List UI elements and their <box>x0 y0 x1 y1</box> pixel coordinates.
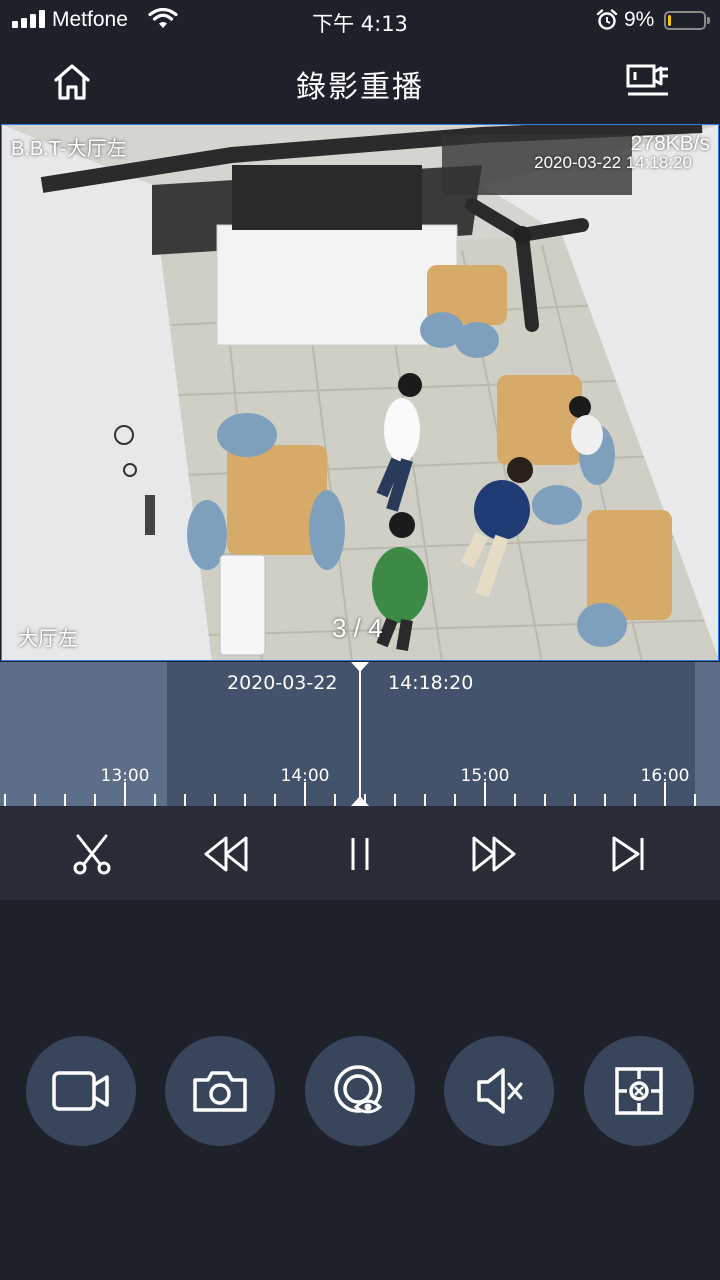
channel-label: 大厅左 <box>18 628 78 650</box>
recording-list-button[interactable] <box>626 62 670 103</box>
next-icon <box>612 836 644 872</box>
playhead-bottom-marker <box>351 796 369 806</box>
view-button[interactable] <box>305 1036 415 1146</box>
alarm-icon <box>596 9 618 36</box>
hour-label-14: 14:00 <box>280 766 330 786</box>
battery-percent: 9% <box>624 8 655 31</box>
view-icon <box>334 1065 383 1114</box>
battery-level <box>668 15 671 26</box>
fullscreen-icon <box>615 1067 663 1115</box>
playback-controls <box>0 806 720 900</box>
hour-label-16: 16:00 <box>640 766 690 786</box>
mute-button[interactable] <box>444 1036 554 1146</box>
clip-button[interactable] <box>66 828 118 880</box>
record-video-icon <box>52 1071 109 1111</box>
navigation-bar: 錄影重播 <box>0 40 720 122</box>
snapshot-icon <box>193 1071 247 1112</box>
battery-tip <box>707 17 710 24</box>
status-bar: Metfone 下午 4:13 9% <box>0 0 720 40</box>
fast-forward-button[interactable] <box>468 828 520 880</box>
camera-feed-image <box>2 125 718 660</box>
camera-name: B.B.T-大厅左 <box>11 138 127 160</box>
snapshot-button[interactable] <box>165 1036 275 1146</box>
rewind-icon <box>204 836 248 872</box>
fullscreen-button[interactable] <box>584 1036 694 1146</box>
clip-icon <box>73 834 111 875</box>
record-video-button[interactable] <box>26 1036 136 1146</box>
playhead-top-marker <box>351 662 369 672</box>
video-timestamp: 2020-03-22 14:18:20 <box>534 153 692 172</box>
action-bar <box>0 1036 720 1146</box>
playhead-line[interactable] <box>359 662 361 806</box>
recording-list-icon <box>626 64 668 96</box>
channel-page-indicator: 3 / 4 <box>332 613 383 643</box>
hour-label-15: 15:00 <box>460 766 510 786</box>
mute-icon <box>477 1068 523 1114</box>
battery-icon <box>664 11 706 30</box>
fast-forward-icon <box>472 836 516 872</box>
hour-label-13: 13:00 <box>100 766 150 786</box>
pause-icon <box>351 838 369 870</box>
next-button[interactable] <box>602 828 654 880</box>
rewind-button[interactable] <box>200 828 252 880</box>
timeline-scrubber[interactable]: 2020-03-22 14:18:20 13:00 14:00 15:00 16… <box>0 662 720 806</box>
page-title: 錄影重播 <box>296 70 424 105</box>
pause-button[interactable] <box>334 828 386 880</box>
video-player[interactable]: B.B.T-大厅左 278KB/s 2020-03-22 14:18:20 大厅… <box>1 124 719 661</box>
